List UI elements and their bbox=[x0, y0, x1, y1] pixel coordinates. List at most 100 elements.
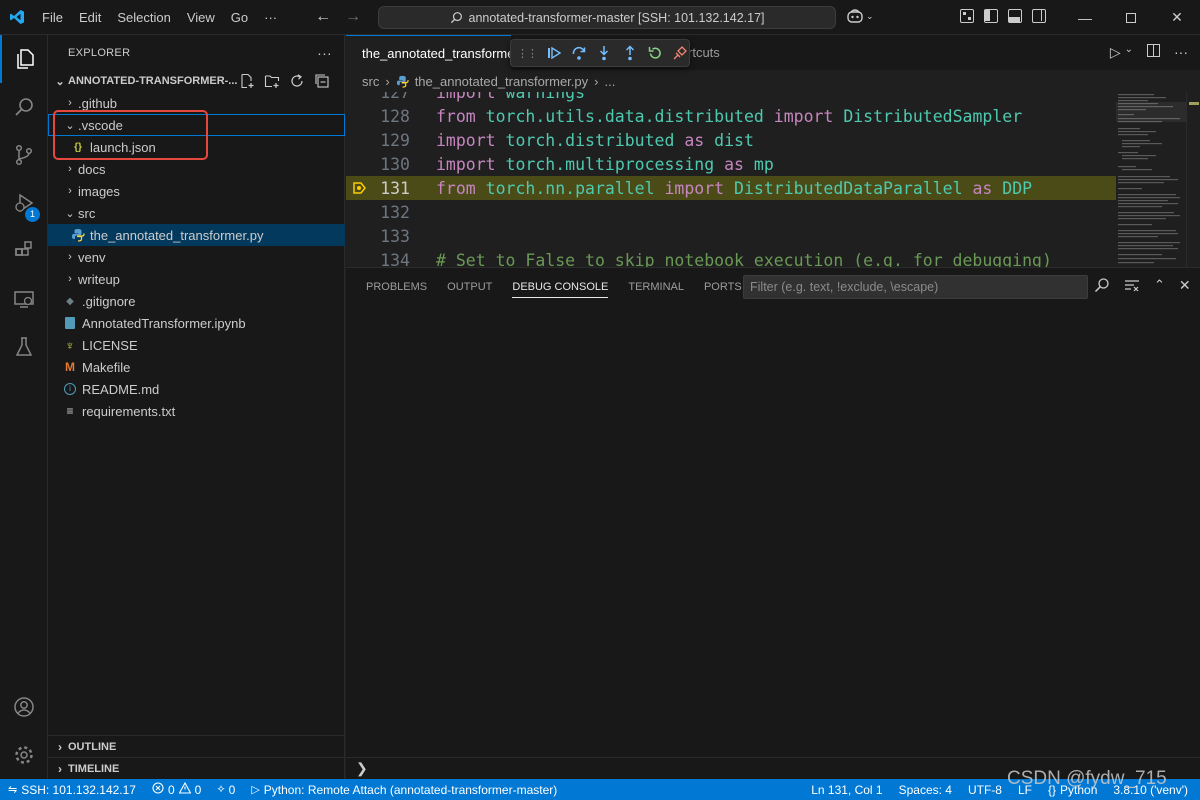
code-line[interactable]: 128 from torch.utils.data.distributed imp… bbox=[346, 104, 1116, 128]
tab-problems[interactable]: PROBLEMS bbox=[356, 268, 437, 306]
toggle-sidebar-icon[interactable] bbox=[984, 9, 998, 23]
line-number[interactable]: 127 bbox=[346, 92, 410, 102]
minimap[interactable] bbox=[1116, 92, 1186, 267]
encoding[interactable]: UTF-8 bbox=[960, 783, 1010, 797]
accounts-icon[interactable] bbox=[0, 683, 48, 731]
timeline-section[interactable]: › TIMELINE bbox=[48, 757, 345, 779]
step-into-icon[interactable] bbox=[596, 44, 613, 62]
chevron-down-icon[interactable]: ⌄ bbox=[1125, 44, 1133, 61]
menu-selection[interactable]: Selection bbox=[109, 0, 178, 35]
tree-item-src[interactable]: ⌄ src bbox=[48, 202, 345, 224]
minimize-icon[interactable]: — bbox=[1062, 0, 1108, 35]
search-icon[interactable] bbox=[0, 83, 48, 131]
forward-arrow-icon[interactable]: → bbox=[345, 8, 361, 26]
remote-explorer-icon[interactable] bbox=[0, 275, 48, 323]
tree-item-requirements[interactable]: ≡ requirements.txt bbox=[48, 400, 345, 422]
debug-target-indicator[interactable]: ▷ Python: Remote Attach (annotated-trans… bbox=[243, 783, 565, 797]
new-file-icon[interactable] bbox=[239, 73, 255, 89]
makefile-icon: M bbox=[65, 360, 75, 374]
clear-console-icon[interactable] bbox=[1124, 277, 1140, 293]
tree-item-readme[interactable]: i README.md bbox=[48, 378, 345, 400]
line-number[interactable]: 130 bbox=[346, 155, 410, 174]
restart-icon[interactable] bbox=[646, 44, 663, 62]
menu-edit[interactable]: Edit bbox=[71, 0, 109, 35]
tab-terminal[interactable]: TERMINAL bbox=[618, 268, 694, 306]
tab-debug-console[interactable]: DEBUG CONSOLE bbox=[502, 268, 618, 306]
tree-item-gitignore[interactable]: ◆ .gitignore bbox=[48, 290, 345, 312]
split-editor-icon[interactable] bbox=[1147, 44, 1160, 61]
remote-indicator[interactable]: ⇋ SSH: 101.132.142.17 bbox=[0, 783, 144, 797]
run-icon[interactable]: ▷ bbox=[1110, 44, 1121, 61]
back-arrow-icon[interactable]: ← bbox=[315, 8, 331, 26]
search-icon[interactable] bbox=[1094, 277, 1110, 293]
tree-item-venv[interactable]: › venv bbox=[48, 246, 345, 268]
testing-icon[interactable] bbox=[0, 323, 48, 371]
manage-gear-icon[interactable] bbox=[0, 731, 48, 779]
line-number[interactable]: 134 bbox=[346, 251, 410, 268]
line-number[interactable]: 128 bbox=[346, 107, 410, 126]
drag-handle-icon[interactable]: ⋮⋮ bbox=[517, 47, 538, 60]
more-actions-icon[interactable]: ··· bbox=[1174, 44, 1188, 61]
menu-view[interactable]: View bbox=[179, 0, 223, 35]
highlight-annotation-box bbox=[53, 110, 208, 160]
tree-item-makefile[interactable]: M Makefile bbox=[48, 356, 345, 378]
tree-item-annotated-transformer-py[interactable]: the_annotated_transformer.py bbox=[48, 224, 345, 246]
menu-file[interactable]: File bbox=[34, 0, 71, 35]
workspace-folder-header[interactable]: ⌄ ANNOTATED-TRANSFORMER-... bbox=[48, 70, 344, 92]
collapse-all-icon[interactable] bbox=[314, 73, 330, 89]
continue-icon[interactable] bbox=[545, 44, 562, 62]
problems-indicator[interactable]: 0 0 bbox=[144, 781, 209, 797]
step-out-icon[interactable] bbox=[621, 44, 638, 62]
tree-item-notebook[interactable]: AnnotatedTransformer.ipynb bbox=[48, 312, 345, 334]
explorer-more-button[interactable]: ··· bbox=[317, 45, 332, 61]
code-line[interactable]: 133 bbox=[346, 224, 1116, 248]
copilot-button[interactable]: ⌄ bbox=[846, 8, 874, 24]
code-line[interactable]: 129 import torch.distributed as dist bbox=[346, 128, 1116, 152]
code-line[interactable]: 132 bbox=[346, 200, 1116, 224]
code-line[interactable]: 127 import warnings bbox=[346, 92, 1116, 104]
breadcrumb-folder[interactable]: src bbox=[362, 74, 379, 89]
line-number[interactable]: 132 bbox=[346, 203, 410, 222]
maximize-icon[interactable] bbox=[1108, 0, 1154, 35]
menu-go[interactable]: Go bbox=[223, 0, 256, 35]
run-and-debug-icon[interactable]: 1 bbox=[0, 179, 48, 227]
tab-annotated-transformer-py[interactable]: the_annotated_transformer.py bbox=[346, 35, 511, 70]
tree-item-docs[interactable]: › docs bbox=[48, 158, 345, 180]
step-over-icon[interactable] bbox=[570, 44, 587, 62]
explorer-icon[interactable] bbox=[0, 35, 48, 83]
indentation[interactable]: Spaces: 4 bbox=[891, 783, 960, 797]
source-control-icon[interactable] bbox=[0, 131, 48, 179]
disconnect-icon[interactable] bbox=[672, 44, 689, 62]
toggle-panel-icon[interactable] bbox=[1008, 9, 1022, 23]
breadcrumb-symbol[interactable]: ... bbox=[604, 74, 615, 89]
line-number[interactable]: 133 bbox=[346, 227, 410, 246]
tree-item-license[interactable]: ♆ LICENSE bbox=[48, 334, 345, 356]
command-center[interactable]: annotated-transformer-master [SSH: 101.1… bbox=[378, 6, 836, 29]
tab-keyboard-shortcuts[interactable]: rtcuts bbox=[688, 45, 720, 60]
code-editor[interactable]: 127 import warnings 128 from torch.utils.da… bbox=[346, 92, 1200, 267]
debug-console-filter-input[interactable]: Filter (e.g. text, !exclude, \escape) bbox=[743, 275, 1088, 299]
line-number[interactable]: 129 bbox=[346, 131, 410, 150]
code-line[interactable]: 131 from torch.nn.parallel import Distrib… bbox=[346, 176, 1116, 200]
warning-icon bbox=[178, 781, 192, 797]
close-icon[interactable]: ✕ bbox=[1154, 0, 1200, 35]
customize-layout-icon[interactable] bbox=[960, 9, 974, 23]
breadcrumb-file[interactable]: the_annotated_transformer.py bbox=[415, 74, 588, 89]
close-panel-icon[interactable]: ✕ bbox=[1179, 277, 1191, 294]
code-line[interactable]: 134 # Set to False to skip notebook execu… bbox=[346, 248, 1116, 268]
toggle-secondary-sidebar-icon[interactable] bbox=[1032, 9, 1046, 23]
cursor-position[interactable]: Ln 131, Col 1 bbox=[803, 783, 890, 797]
menu-more[interactable]: ··· bbox=[256, 0, 285, 35]
refresh-icon[interactable] bbox=[289, 73, 305, 89]
maximize-panel-icon[interactable]: ⌃ bbox=[1154, 277, 1165, 294]
new-folder-icon[interactable] bbox=[264, 73, 280, 89]
editor-scrollbar[interactable] bbox=[1186, 92, 1200, 267]
extensions-icon[interactable] bbox=[0, 227, 48, 275]
tab-output[interactable]: OUTPUT bbox=[437, 268, 502, 306]
code-line[interactable]: 130 import torch.multiprocessing as mp bbox=[346, 152, 1116, 176]
ports-indicator[interactable]: ⟡ 0 bbox=[209, 783, 243, 797]
error-icon bbox=[152, 782, 164, 797]
tree-item-images[interactable]: › images bbox=[48, 180, 345, 202]
tree-item-writeup[interactable]: › writeup bbox=[48, 268, 345, 290]
outline-section[interactable]: › OUTLINE bbox=[48, 735, 345, 757]
